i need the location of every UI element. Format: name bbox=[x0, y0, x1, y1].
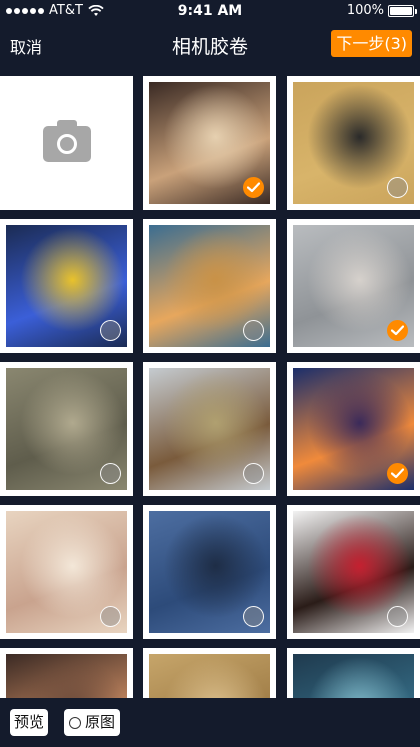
original-image-toggle[interactable]: 原图 bbox=[64, 709, 121, 736]
photo-tile[interactable] bbox=[143, 505, 276, 639]
unchecked-circle-icon[interactable] bbox=[243, 463, 264, 484]
preview-button[interactable]: 预览 bbox=[10, 709, 49, 736]
battery-label: 100% bbox=[346, 3, 384, 18]
photo-tile[interactable] bbox=[287, 362, 420, 496]
unchecked-circle-icon[interactable] bbox=[387, 177, 408, 198]
unchecked-circle-icon[interactable] bbox=[100, 320, 121, 341]
radio-icon bbox=[69, 716, 81, 729]
photo-tile[interactable] bbox=[0, 219, 133, 353]
photo-tile[interactable] bbox=[287, 648, 420, 698]
battery-icon bbox=[388, 4, 417, 17]
photo-tile[interactable] bbox=[143, 76, 276, 210]
checked-circle-icon[interactable] bbox=[387, 463, 408, 484]
status-bar: AT&T 9:41 AM 100% bbox=[0, 0, 420, 22]
cancel-button[interactable]: 取消 bbox=[10, 34, 42, 58]
checked-circle-icon[interactable] bbox=[387, 320, 408, 341]
unchecked-circle-icon[interactable] bbox=[243, 320, 264, 341]
photo-tile[interactable] bbox=[143, 362, 276, 496]
photo-tile[interactable] bbox=[143, 648, 276, 698]
photo-tile[interactable] bbox=[143, 219, 276, 353]
next-step-button[interactable]: 下一步(3) bbox=[331, 30, 412, 57]
photo-tile[interactable] bbox=[287, 505, 420, 639]
photo-tile[interactable] bbox=[0, 648, 133, 698]
navigation-bar: 取消 相机胶卷 下一步(3) bbox=[0, 22, 420, 66]
camera-capture-tile[interactable] bbox=[0, 76, 133, 210]
checked-circle-icon[interactable] bbox=[243, 177, 264, 198]
photo-tile[interactable] bbox=[0, 505, 133, 639]
status-right: 100% bbox=[346, 3, 417, 18]
photo-thumbnail-woman-portrait bbox=[6, 654, 127, 698]
photo-tile[interactable] bbox=[0, 362, 133, 496]
unchecked-circle-icon[interactable] bbox=[387, 606, 408, 627]
unchecked-circle-icon[interactable] bbox=[100, 463, 121, 484]
photo-grid bbox=[0, 66, 420, 698]
camera-icon bbox=[43, 120, 91, 162]
photo-tile[interactable] bbox=[287, 76, 420, 210]
photo-thumbnail-antelopes bbox=[149, 654, 270, 698]
original-image-label: 原图 bbox=[85, 713, 116, 731]
photo-thumbnail-blue-creature bbox=[293, 654, 414, 698]
unchecked-circle-icon[interactable] bbox=[100, 606, 121, 627]
bottom-toolbar: 预览 原图 bbox=[0, 698, 420, 747]
unchecked-circle-icon[interactable] bbox=[243, 606, 264, 627]
photo-tile[interactable] bbox=[287, 219, 420, 353]
